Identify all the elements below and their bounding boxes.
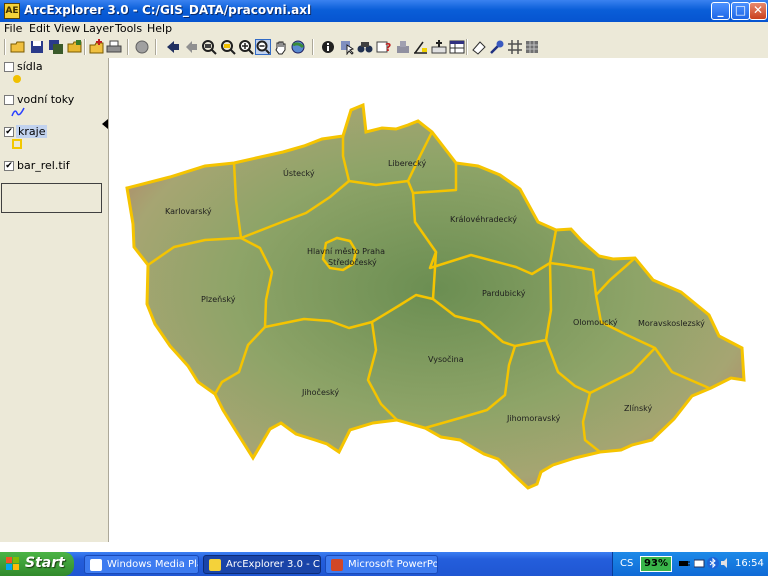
minimize-button[interactable]: _: [711, 2, 730, 20]
menu-layer[interactable]: Layer: [83, 22, 114, 35]
volume-icon[interactable]: [720, 557, 732, 569]
back-icon[interactable]: [165, 39, 181, 55]
layer-panel: sídla vodní toky ✔ kraje ✔ bar_rel.tif: [0, 58, 109, 542]
save-icon[interactable]: [29, 39, 45, 55]
grid-icon[interactable]: [507, 39, 523, 55]
arcexplorer-icon: [209, 559, 221, 571]
task-label: Microsoft PowerPoint ...: [348, 559, 438, 570]
hyperlink-icon[interactable]: [489, 39, 505, 55]
menu-help[interactable]: Help: [147, 22, 172, 35]
region-label-moravskoslezsky[interactable]: Moravskoslezský: [638, 319, 705, 328]
layer-name-sidla[interactable]: sídla: [17, 60, 43, 73]
svg-text:?: ?: [385, 41, 391, 54]
save-all-icon[interactable]: [48, 39, 64, 55]
menu-file[interactable]: File: [4, 22, 22, 35]
task-windows-media-player[interactable]: Windows Media Player: [84, 555, 199, 574]
toolbar-separator: [155, 39, 157, 55]
layer-checkbox-bar-rel[interactable]: ✔: [4, 161, 14, 171]
add-layer-icon[interactable]: [89, 39, 105, 55]
map-view[interactable]: Ústecký Liberecký Karlovarský Královéhra…: [109, 58, 768, 542]
label-icon[interactable]: [431, 39, 447, 55]
arcexplorer-app-icon[interactable]: AE: [4, 3, 20, 19]
menu-bar: File Edit View Layer Tools Help: [0, 22, 768, 36]
start-label: Start: [25, 555, 65, 571]
map-canvas[interactable]: Ústecký Liberecký Karlovarský Královéhra…: [109, 58, 768, 542]
active-layer-highlight[interactable]: [1, 183, 102, 213]
query-icon[interactable]: ?: [376, 39, 392, 55]
line-legend-icon: [11, 107, 25, 117]
region-label-zlinsky[interactable]: Zlínský: [624, 404, 653, 413]
region-label-jihocesky[interactable]: Jihočeský: [301, 387, 339, 397]
region-label-jihomoravsky[interactable]: Jihomoravský: [506, 414, 561, 423]
find-icon[interactable]: [357, 39, 373, 55]
layer-name-kraje[interactable]: kraje: [16, 125, 48, 138]
menu-tools[interactable]: Tools: [115, 22, 142, 35]
open-folder-icon[interactable]: [10, 39, 26, 55]
task-label: Windows Media Player: [107, 559, 198, 570]
measure-icon[interactable]: [413, 39, 429, 55]
menu-view[interactable]: View: [54, 22, 80, 35]
identify-icon[interactable]: [320, 39, 336, 55]
region-label-ustecky[interactable]: Ústecký: [283, 167, 315, 178]
folder-icon[interactable]: [67, 39, 83, 55]
layer-checkbox-sidla[interactable]: [4, 62, 14, 72]
clock: 16:54: [735, 558, 764, 569]
task-powerpoint[interactable]: Microsoft PowerPoint ...: [325, 555, 438, 574]
toolbar-separator: [127, 39, 129, 55]
region-label-stredocesky[interactable]: Středočeský: [328, 257, 377, 267]
eraser-icon[interactable]: [471, 39, 487, 55]
language-indicator[interactable]: CS: [620, 558, 633, 569]
power-plug-icon[interactable]: [678, 557, 690, 569]
buffer-icon[interactable]: [395, 39, 411, 55]
battery-indicator[interactable]: 93%: [640, 556, 672, 572]
toolbar-separator: [84, 39, 86, 55]
zoom-in-icon[interactable]: [238, 39, 254, 55]
task-label: ArcExplorer 3.0 - C:/...: [226, 559, 320, 570]
stop-icon[interactable]: [134, 39, 150, 55]
layer-checkbox-kraje[interactable]: ✔: [4, 127, 14, 137]
region-label-praha[interactable]: Hlavní město Praha: [307, 247, 385, 256]
layer-name-bar-rel[interactable]: bar_rel.tif: [17, 159, 70, 172]
region-label-vysocina[interactable]: Vysočina: [428, 354, 464, 364]
region-label-plzensky[interactable]: Plzeňský: [201, 294, 236, 304]
select-icon[interactable]: [339, 39, 355, 55]
close-button[interactable]: ✕: [749, 2, 767, 20]
region-label-liberecky[interactable]: Liberecký: [388, 159, 426, 168]
toolbar-separator: [466, 39, 468, 55]
toolbar: ?: [0, 36, 768, 59]
window-title: ArcExplorer 3.0 - C:/GIS_DATA/pracovni.a…: [24, 3, 312, 17]
zoom-out-icon[interactable]: [255, 39, 271, 55]
forward-icon[interactable]: [183, 39, 199, 55]
pan-icon[interactable]: [273, 39, 289, 55]
collapse-arrow-icon[interactable]: [102, 119, 108, 129]
region-label-pardubicky[interactable]: Pardubický: [482, 289, 526, 298]
media-player-icon: [90, 559, 102, 571]
toolbar-separator: [4, 39, 6, 55]
point-legend-icon: [13, 75, 21, 83]
polygon-legend-icon: [12, 139, 22, 149]
toolbar-separator: [312, 39, 314, 55]
region-label-karlovarsky[interactable]: Karlovarský: [165, 207, 212, 216]
layer-name-vodni-toky[interactable]: vodní toky: [17, 93, 74, 106]
table-icon[interactable]: [449, 39, 465, 55]
layer-checkbox-vodni-toky[interactable]: [4, 95, 14, 105]
region-label-kralovehradecky[interactable]: Královéhradecký: [450, 214, 517, 224]
maximize-button[interactable]: □: [731, 2, 750, 20]
menu-edit[interactable]: Edit: [29, 22, 50, 35]
full-extent-icon[interactable]: [201, 39, 217, 55]
print-icon[interactable]: [106, 39, 122, 55]
windows-logo-icon: [6, 557, 19, 570]
powerpoint-icon: [331, 559, 343, 571]
bluetooth-icon[interactable]: [707, 557, 719, 569]
task-arcexplorer[interactable]: ArcExplorer 3.0 - C:/...: [203, 555, 321, 574]
layout-icon[interactable]: [524, 39, 540, 55]
globe-icon[interactable]: [290, 39, 306, 55]
network-icon[interactable]: [694, 557, 706, 569]
region-label-olomoucky[interactable]: Olomoucký: [573, 318, 618, 327]
start-button[interactable]: Start: [0, 552, 74, 576]
zoom-layer-icon[interactable]: [220, 39, 236, 55]
